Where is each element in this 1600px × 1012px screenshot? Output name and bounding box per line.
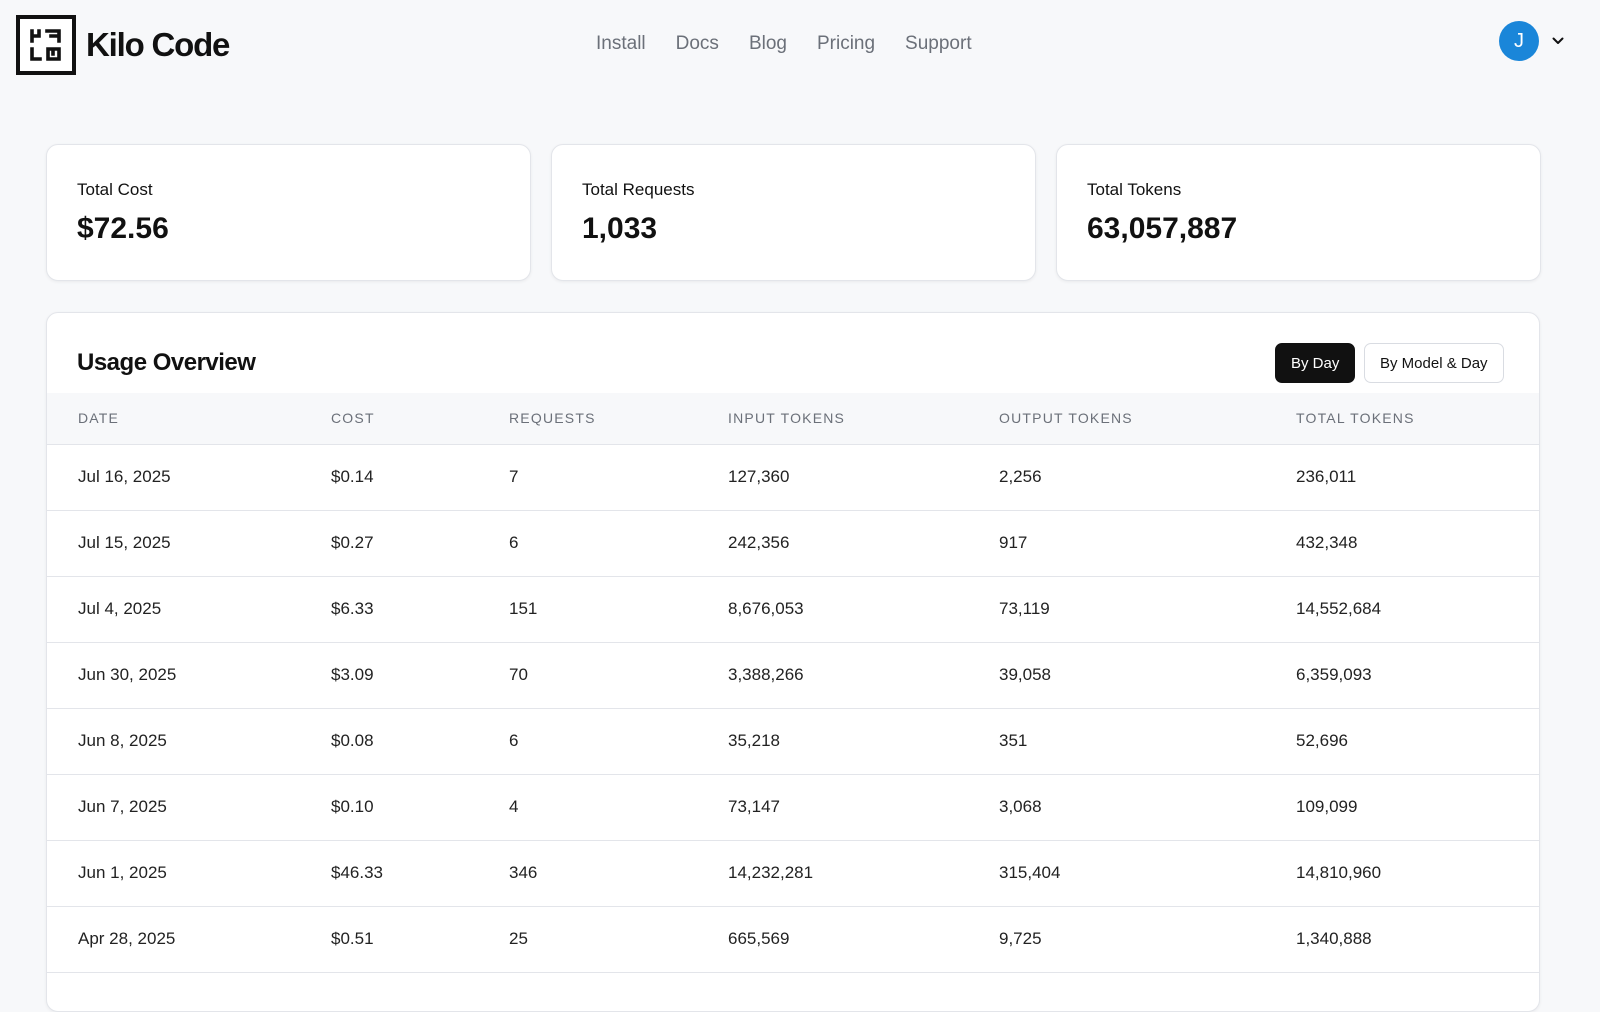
nav-install[interactable]: Install xyxy=(596,33,646,55)
date-cell: Jun 30, 2025 xyxy=(47,642,331,709)
stat-label: Total Tokens xyxy=(1087,180,1182,199)
input-tokens-cell: 242,356 xyxy=(728,510,999,577)
cost-cell: $46.33 xyxy=(331,840,509,907)
table-row: Apr 28, 2025 $0.51 25 665,569 9,725 1,340,888 xyxy=(47,906,1539,973)
stat-label: Total Requests xyxy=(582,180,695,199)
total-tokens-cell: 432,348 xyxy=(1296,510,1539,577)
cost-cell: $0.14 xyxy=(331,444,509,511)
user-menu[interactable]: J xyxy=(1499,21,1565,61)
date-cell: Jun 7, 2025 xyxy=(47,774,331,841)
by-model-day-button[interactable]: By Model & Day xyxy=(1364,343,1504,383)
cost-cell: $3.09 xyxy=(331,642,509,709)
total-tokens-cell: 14,552,684 xyxy=(1296,576,1539,643)
table-row: Jun 30, 2025 $3.09 70 3,388,266 39,058 6,359,… xyxy=(47,642,1539,709)
column-header-input-tokens[interactable]: INPUT TOKENS xyxy=(728,393,999,445)
cost-cell: $0.27 xyxy=(331,510,509,577)
total-requests-card: Total Requests 1,033 xyxy=(551,144,1036,281)
brand-logo[interactable]: Kilo Code xyxy=(16,15,230,75)
output-tokens-cell: 315,404 xyxy=(999,840,1296,907)
output-tokens-cell: 3,068 xyxy=(999,774,1296,841)
top-header: Kilo Code Install Docs Blog Pricing Supp… xyxy=(0,0,1600,90)
total-tokens-cell: 52,696 xyxy=(1296,708,1539,775)
requests-cell: 346 xyxy=(509,840,728,907)
total-tokens-cell: 6,359,093 xyxy=(1296,642,1539,709)
total-tokens-cell: 1,340,888 xyxy=(1296,906,1539,973)
nav-blog[interactable]: Blog xyxy=(749,33,787,55)
main-nav: Install Docs Blog Pricing Support xyxy=(596,33,972,55)
date-cell: Jul 15, 2025 xyxy=(47,510,331,577)
cost-cell: $0.10 xyxy=(331,774,509,841)
date-cell: Apr 28, 2025 xyxy=(47,906,331,973)
usage-table: DATE COST REQUESTS INPUT TOKENS OUTPUT T… xyxy=(47,393,1539,973)
stat-value: 1,033 xyxy=(582,212,658,245)
total-cost-card: Total Cost $72.56 xyxy=(46,144,531,281)
brand-name: Kilo Code xyxy=(86,26,230,63)
kilo-logo-icon xyxy=(16,15,76,75)
output-tokens-cell: 917 xyxy=(999,510,1296,577)
nav-pricing[interactable]: Pricing xyxy=(817,33,875,55)
input-tokens-cell: 35,218 xyxy=(728,708,999,775)
stat-label: Total Cost xyxy=(77,180,153,199)
input-tokens-cell: 127,360 xyxy=(728,444,999,511)
total-tokens-cell: 109,099 xyxy=(1296,774,1539,841)
input-tokens-cell: 73,147 xyxy=(728,774,999,841)
date-cell: Jun 8, 2025 xyxy=(47,708,331,775)
cost-cell: $6.33 xyxy=(331,576,509,643)
requests-cell: 151 xyxy=(509,576,728,643)
table-row: Jul 16, 2025 $0.14 7 127,360 2,256 236,011 xyxy=(47,444,1539,511)
table-row: Jun 8, 2025 $0.08 6 35,218 351 52,696 xyxy=(47,708,1539,775)
requests-cell: 6 xyxy=(509,708,728,775)
requests-cell: 70 xyxy=(509,642,728,709)
total-tokens-cell: 236,011 xyxy=(1296,444,1539,511)
table-body: Jul 16, 2025 $0.14 7 127,360 2,256 236,011 Jul… xyxy=(47,444,1539,973)
column-header-requests[interactable]: REQUESTS xyxy=(509,393,728,445)
by-day-button[interactable]: By Day xyxy=(1275,343,1356,383)
date-cell: Jul 4, 2025 xyxy=(47,576,331,643)
table-header-row: DATE COST REQUESTS INPUT TOKENS OUTPUT T… xyxy=(47,393,1539,445)
requests-cell: 7 xyxy=(509,444,728,511)
column-header-output-tokens[interactable]: OUTPUT TOKENS xyxy=(999,393,1296,445)
table-row: Jul 15, 2025 $0.27 6 242,356 917 432,348 xyxy=(47,510,1539,577)
requests-cell: 4 xyxy=(509,774,728,841)
nav-docs[interactable]: Docs xyxy=(676,33,719,55)
output-tokens-cell: 351 xyxy=(999,708,1296,775)
usage-overview-panel: Usage Overview By Day By Model & Day DAT… xyxy=(46,312,1540,1012)
table-row: Jun 7, 2025 $0.10 4 73,147 3,068 109,099 xyxy=(47,774,1539,841)
column-header-date[interactable]: DATE xyxy=(47,393,331,445)
input-tokens-cell: 8,676,053 xyxy=(728,576,999,643)
panel-title: Usage Overview xyxy=(77,349,256,376)
input-tokens-cell: 14,232,281 xyxy=(728,840,999,907)
total-tokens-card: Total Tokens 63,057,887 xyxy=(1056,144,1541,281)
chevron-down-icon[interactable] xyxy=(1551,34,1565,48)
nav-support[interactable]: Support xyxy=(905,33,972,55)
table-row: Jul 4, 2025 $6.33 151 8,676,053 73,119 14,552… xyxy=(47,576,1539,643)
avatar[interactable]: J xyxy=(1499,21,1539,61)
column-header-total-tokens[interactable]: TOTAL TOKENS xyxy=(1296,393,1539,445)
output-tokens-cell: 2,256 xyxy=(999,444,1296,511)
stat-value: 63,057,887 xyxy=(1087,212,1238,245)
input-tokens-cell: 3,388,266 xyxy=(728,642,999,709)
date-cell: Jun 1, 2025 xyxy=(47,840,331,907)
cost-cell: $0.51 xyxy=(331,906,509,973)
date-cell: Jul 16, 2025 xyxy=(47,444,331,511)
requests-cell: 25 xyxy=(509,906,728,973)
output-tokens-cell: 9,725 xyxy=(999,906,1296,973)
requests-cell: 6 xyxy=(509,510,728,577)
total-tokens-cell: 14,810,960 xyxy=(1296,840,1539,907)
input-tokens-cell: 665,569 xyxy=(728,906,999,973)
output-tokens-cell: 73,119 xyxy=(999,576,1296,643)
cost-cell: $0.08 xyxy=(331,708,509,775)
column-header-cost[interactable]: COST xyxy=(331,393,509,445)
table-row: Jun 1, 2025 $46.33 346 14,232,281 315,404 14,… xyxy=(47,840,1539,907)
output-tokens-cell: 39,058 xyxy=(999,642,1296,709)
stat-value: $72.56 xyxy=(77,212,169,245)
